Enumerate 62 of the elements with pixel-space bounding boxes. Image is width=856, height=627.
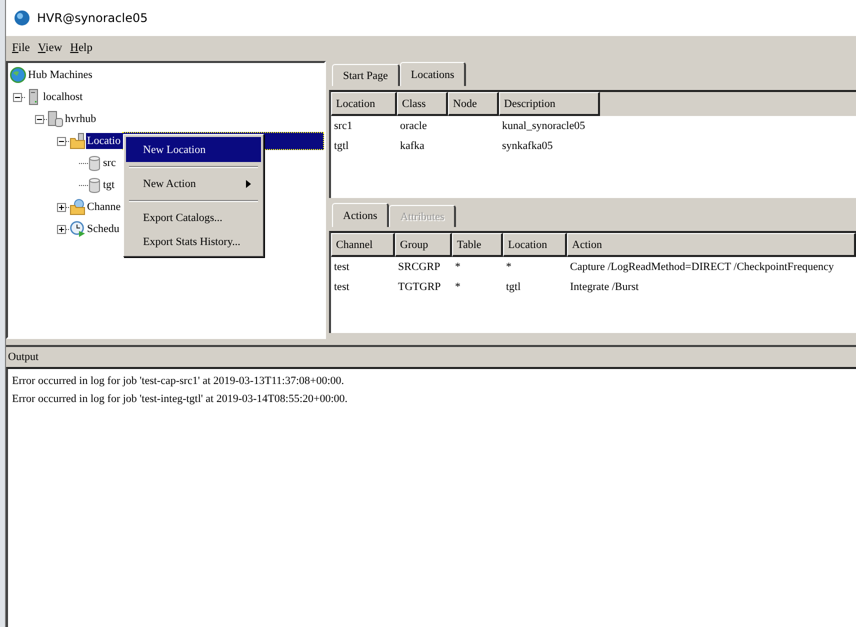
- table-cell-text: Integrate /Burst: [569, 281, 640, 293]
- table-cell-text: *: [454, 261, 462, 273]
- menu-item[interactable]: File: [8, 42, 34, 54]
- tree-item[interactable]: src: [102, 155, 117, 171]
- tree-item[interactable]: Locatio: [86, 133, 122, 149]
- column-header[interactable]: Group: [395, 233, 452, 257]
- menu-item[interactable]: Export Catalogs...: [126, 206, 261, 230]
- tree-item[interactable]: localhost: [42, 89, 84, 105]
- tree-item[interactable]: tgt: [102, 177, 116, 193]
- clock-icon: [70, 221, 85, 237]
- column-header[interactable]: Description: [499, 92, 600, 116]
- log-line: Error occurred in log for job 'test-cap-src1' at 2019-03-13T11:37:08+00:00.: [12, 375, 346, 387]
- tree-item[interactable]: Hub Machines: [27, 67, 94, 83]
- expand-toggle[interactable]: [57, 202, 66, 212]
- table-cell-text: src1: [333, 120, 354, 132]
- table-cell-text: test: [333, 281, 350, 293]
- tab[interactable]: Locations: [400, 62, 466, 86]
- panel-title: Output: [8, 351, 39, 363]
- tree-item[interactable]: hvrhub: [64, 111, 98, 127]
- column-header[interactable]: Node: [448, 92, 499, 116]
- tab[interactable]: Start Page: [332, 64, 400, 86]
- tab[interactable]: Actions: [332, 203, 390, 227]
- table-cell-text: oracle: [399, 120, 428, 132]
- table-cell-text: TGTGRP: [397, 281, 442, 293]
- collapse-toggle[interactable]: [57, 136, 66, 146]
- tree-item[interactable]: Channe: [86, 199, 122, 215]
- table-cell-text: Capture /LogReadMethod=DIRECT /CheckpointFrequency: [569, 261, 835, 273]
- menu-item[interactable]: Export Stats History...: [126, 230, 261, 254]
- table-cell-text: kafka: [399, 140, 426, 152]
- table-cell-text: kunal_synoracle05: [501, 120, 586, 132]
- database-icon: [89, 178, 100, 192]
- globe-icon: [14, 10, 30, 26]
- server-database-icon: [48, 111, 63, 127]
- folder-icon: [70, 133, 85, 149]
- folder-icon: [70, 199, 85, 215]
- menu-item[interactable]: New Action: [126, 172, 261, 196]
- menu-item[interactable]: Help: [66, 42, 97, 54]
- globe-icon: [10, 67, 26, 83]
- column-header[interactable]: Action: [567, 233, 856, 257]
- menu-item[interactable]: New Location: [126, 137, 261, 162]
- log-line: Error occurred in log for job 'test-integ-tgtl' at 2019-03-14T08:55:20+00:00.: [12, 393, 349, 405]
- menu-item[interactable]: View: [34, 42, 66, 54]
- table-cell-text: tgtl: [333, 140, 350, 152]
- column-header[interactable]: Channel: [331, 233, 395, 257]
- collapse-toggle[interactable]: [35, 114, 44, 124]
- window-title: HVR@synoracle05: [37, 11, 148, 25]
- table-cell-text: *: [505, 261, 512, 273]
- table-cell-text: tgtl: [505, 281, 522, 293]
- column-header[interactable]: Location: [503, 233, 567, 257]
- column-header[interactable]: Table: [452, 233, 503, 257]
- table-cell-text: *: [454, 281, 462, 293]
- server-icon: [26, 89, 41, 105]
- expand-toggle[interactable]: [57, 224, 66, 234]
- table-cell-text: test: [333, 261, 350, 273]
- database-icon: [89, 156, 100, 170]
- collapse-toggle[interactable]: [13, 92, 22, 102]
- column-header[interactable]: Location: [331, 92, 397, 116]
- table-cell-text: synkafka05: [501, 140, 554, 152]
- table-cell-text: SRCGRP: [397, 261, 442, 273]
- column-header[interactable]: Class: [397, 92, 448, 116]
- tree-item[interactable]: Schedu: [86, 221, 120, 237]
- submenu-arrow-icon: [246, 180, 251, 188]
